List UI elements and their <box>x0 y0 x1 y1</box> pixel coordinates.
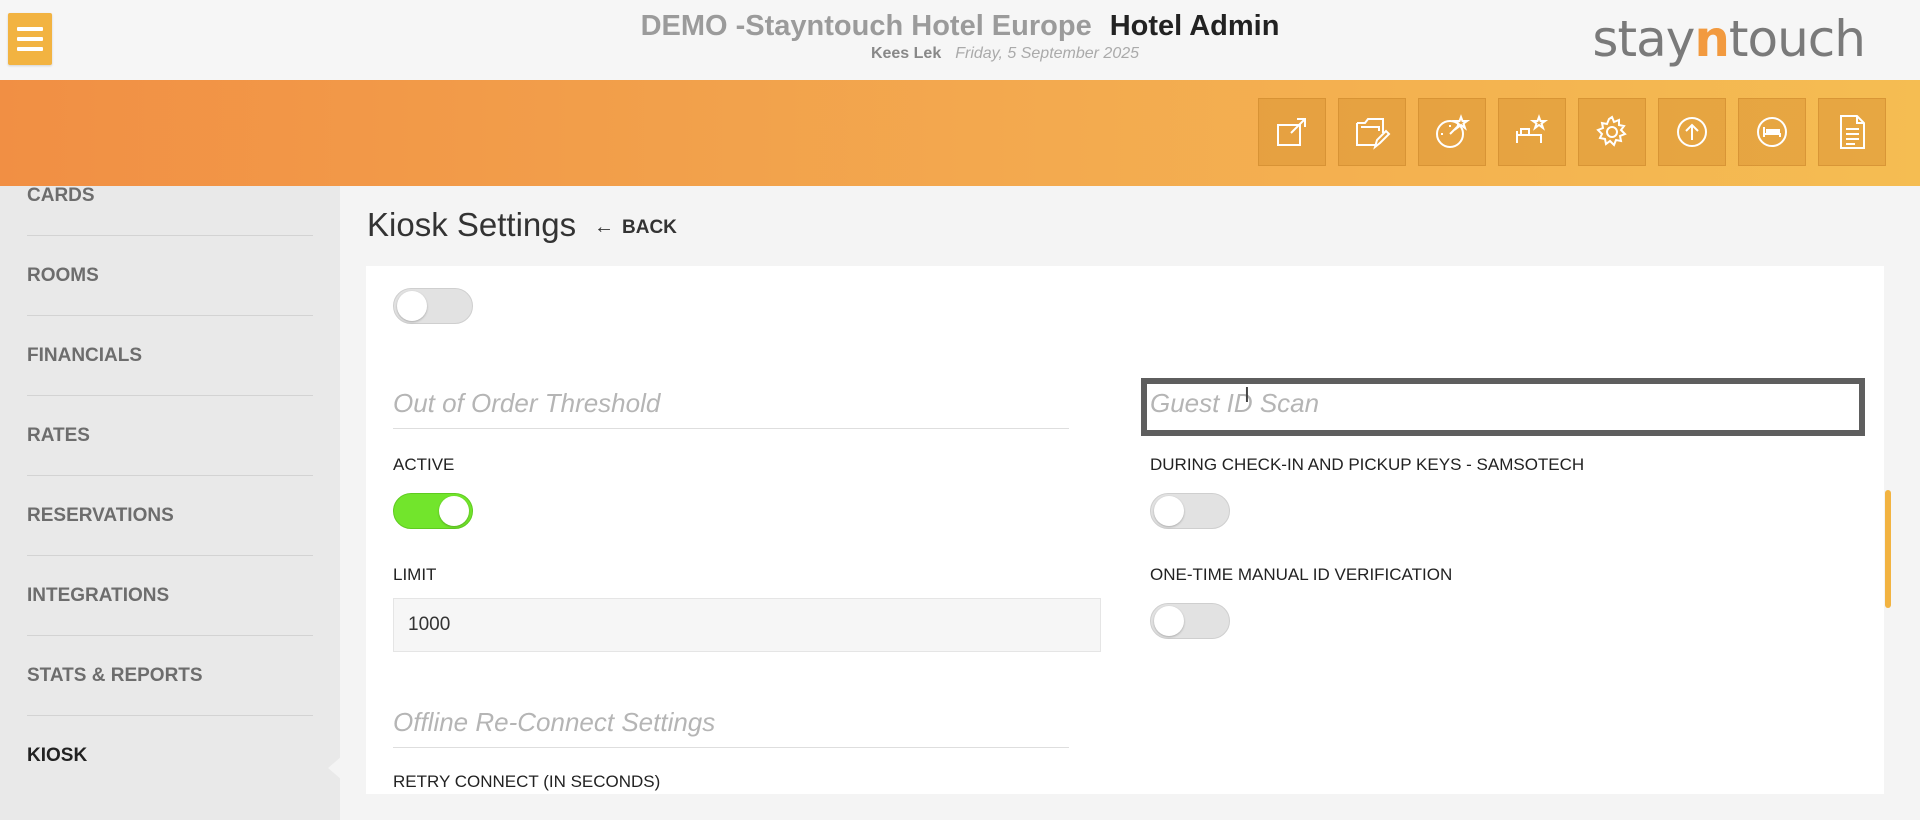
dashboard-star-button[interactable] <box>1418 98 1486 166</box>
active-toggle[interactable] <box>393 493 473 529</box>
sidebar-item-cards[interactable]: CARDS <box>27 156 313 236</box>
arrow-left-icon: ← <box>594 216 614 238</box>
folder-edit-icon <box>1356 118 1391 150</box>
external-link-button[interactable] <box>1258 98 1326 166</box>
upload-button[interactable] <box>1658 98 1726 166</box>
document-icon <box>1840 115 1865 149</box>
checkin-id-scan-toggle[interactable] <box>1150 493 1230 529</box>
app-header: DEMO -Stayntouch Hotel Europe Hotel Admin… <box>0 0 1920 80</box>
offline-reconnect-title: Offline Re-Connect Settings <box>393 707 716 737</box>
settings-panel: Out of Order Threshold ACTIVE LIMIT Gues… <box>366 266 1884 794</box>
page-title: Kiosk Settings <box>367 206 577 243</box>
sidebar: CARDS ROOMS FINANCIALS RATES RESERVATION… <box>0 185 340 820</box>
section-name: Hotel Admin <box>1109 10 1280 42</box>
text-cursor-icon: I <box>1244 383 1250 407</box>
sidebar-item-kiosk[interactable]: KIOSK <box>27 716 313 796</box>
document-button[interactable] <box>1818 98 1886 166</box>
gear-icon <box>1596 115 1627 147</box>
out-of-order-title: Out of Order Threshold <box>393 388 661 418</box>
sidebar-item-financials[interactable]: FINANCIALS <box>27 316 313 396</box>
page-header: Kiosk Settings ← BACK <box>340 186 1920 266</box>
manual-id-verification-toggle[interactable] <box>1150 603 1230 639</box>
bed-icon <box>1757 117 1787 147</box>
scrollbar-thumb[interactable] <box>1885 490 1891 608</box>
settings-button[interactable] <box>1578 98 1646 166</box>
external-link-icon <box>1277 118 1306 146</box>
user-name: Kees Lek <box>870 45 942 62</box>
sidebar-item-stats-reports[interactable]: STATS & REPORTS <box>27 636 313 716</box>
hotel-name: DEMO -Stayntouch Hotel Europe <box>640 10 1092 42</box>
limit-label: LIMIT <box>393 565 437 584</box>
sidebar-item-integrations[interactable]: INTEGRATIONS <box>27 556 313 636</box>
folder-edit-button[interactable] <box>1338 98 1406 166</box>
active-label: ACTIVE <box>393 455 455 474</box>
checkin-id-scan-label: DURING CHECK-IN AND PICKUP KEYS - SAMSOT… <box>1150 455 1585 474</box>
stayntouch-logo: stayntouch <box>1592 10 1866 68</box>
guest-id-scan-title: Guest ID Scan <box>1150 388 1320 418</box>
housekeeping-star-button[interactable] <box>1498 98 1566 166</box>
sidebar-item-rooms[interactable]: ROOMS <box>27 236 313 316</box>
housekeeping-star-icon <box>1516 114 1549 143</box>
dashboard-star-icon <box>1436 114 1471 148</box>
section-divider <box>393 747 1069 748</box>
sidebar-item-reservations[interactable]: RESERVATIONS <box>27 476 313 556</box>
upload-icon <box>1677 117 1707 147</box>
section-divider <box>393 428 1069 429</box>
limit-input[interactable] <box>393 598 1101 652</box>
back-button[interactable]: ← BACK <box>594 216 677 239</box>
toolbar <box>1258 98 1886 166</box>
back-label: BACK <box>622 216 677 238</box>
manual-id-verification-label: ONE-TIME MANUAL ID VERIFICATION <box>1150 565 1453 584</box>
retry-connect-label: RETRY CONNECT (IN SECONDS) <box>393 772 661 791</box>
current-date: Friday, 5 September 2025 <box>955 45 1140 62</box>
bed-button[interactable] <box>1738 98 1806 166</box>
top-setting-toggle[interactable] <box>393 288 473 324</box>
sidebar-item-rates[interactable]: RATES <box>27 396 313 476</box>
active-indicator-arrow <box>328 756 342 780</box>
